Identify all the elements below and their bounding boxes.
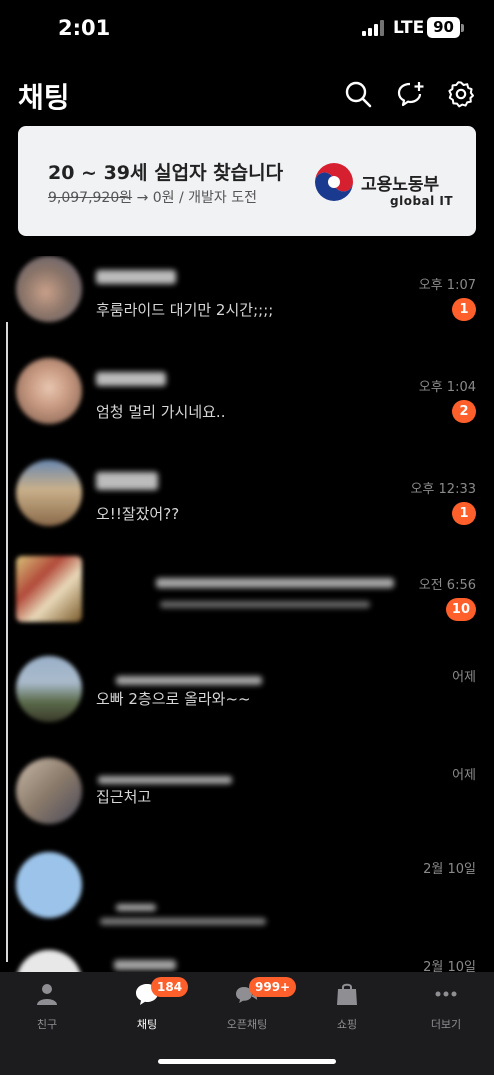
tab-label: 채팅: [136, 1018, 158, 1031]
chat-time: 2월 10일: [423, 862, 476, 877]
avatar[interactable]: [16, 758, 82, 824]
chat-list-item[interactable]: 오전 6:56 10: [0, 556, 494, 656]
chat-time: 오후 1:07: [418, 278, 476, 293]
chat-list-item[interactable]: 후룸라이드 대기만 2시간;;;; 오후 1:07 1: [0, 256, 494, 356]
chat-name-redacted: [156, 578, 394, 588]
tab-friends[interactable]: 친구: [7, 980, 87, 1036]
chat-preview: 오!!잘잤어??: [96, 505, 180, 523]
tab-badge: 184: [151, 977, 189, 997]
more-icon: [435, 991, 457, 997]
tab-label: 오픈채팅: [226, 1018, 268, 1031]
page-title: 채팅: [18, 81, 70, 114]
shopping-bag-icon: [337, 983, 357, 1005]
signal-icon: [362, 20, 384, 36]
ad-banner[interactable]: 20 ~ 39세 실업자 찾습니다 9,097,920원 → 0원 / 개발자 …: [18, 126, 476, 236]
avatar[interactable]: [16, 460, 82, 526]
chat-preview: 후룸라이드 대기만 2시간;;;;: [96, 301, 274, 319]
tab-label: 더보기: [430, 1018, 462, 1031]
chat-preview: 오빠 2층으로 올라와~~: [96, 690, 251, 708]
chat-list-item[interactable]: 집근처고 어제: [0, 758, 494, 858]
chat-preview-redacted: [160, 601, 370, 608]
chat-time: 2월 10일: [423, 960, 476, 972]
tab-shopping[interactable]: 쇼핑: [307, 980, 387, 1036]
chat-list-item[interactable]: 엄청 멀리 가시네요.. 오후 1:04 2: [0, 358, 494, 458]
settings-icon[interactable]: [447, 80, 475, 108]
chat-list-item[interactable]: 오!!잘잤어?? 오후 12:33 1: [0, 460, 494, 560]
chat-list-item[interactable]: 오빠 2층으로 올라와~~ 어제: [0, 656, 494, 756]
unread-badge: 10: [445, 598, 476, 621]
new-chat-icon[interactable]: [397, 80, 425, 108]
chat-name-redacted: [96, 372, 166, 386]
chat-name-redacted: [116, 904, 156, 911]
unread-badge: 1: [452, 298, 476, 321]
status-bar: 2:01 LTE 90: [0, 0, 494, 56]
chat-name-redacted: [98, 776, 232, 784]
avatar[interactable]: [16, 556, 82, 622]
ad-brand: global IT: [390, 194, 454, 208]
tab-badge: 999+: [249, 977, 297, 997]
tab-more[interactable]: 더보기: [406, 980, 486, 1036]
chat-name-redacted: [96, 472, 158, 490]
chat-name-redacted: [116, 676, 262, 685]
search-icon[interactable]: [344, 80, 372, 108]
chat-list-item[interactable]: 2월 10일: [0, 852, 494, 952]
person-icon: [37, 984, 57, 1005]
chat-time: 오후 12:33: [410, 482, 476, 497]
chat-time: 어제: [452, 670, 476, 685]
tab-label: 쇼핑: [336, 1018, 358, 1031]
tab-open-chat[interactable]: 999+ 오픈채팅: [207, 977, 297, 1036]
chat-name-redacted: [114, 960, 176, 970]
tab-label: 친구: [36, 1018, 58, 1031]
ad-title: 20 ~ 39세 실업자 찾습니다: [48, 162, 284, 184]
chat-time: 어제: [452, 768, 476, 783]
home-indicator[interactable]: [158, 1059, 336, 1064]
battery-icon: 90: [427, 17, 460, 38]
chat-list: 후룸라이드 대기만 2시간;;;; 오후 1:07 1 엄청 멀리 가시네요..…: [0, 256, 494, 972]
chat-name-redacted: [96, 270, 176, 284]
avatar[interactable]: [16, 358, 82, 424]
ad-organization: 고용노동부: [361, 175, 440, 195]
avatar[interactable]: [16, 852, 82, 918]
ad-offer: → 0원 / 개발자 도전: [132, 190, 258, 206]
avatar[interactable]: [16, 256, 82, 322]
battery-cap: [461, 24, 464, 32]
chat-time: 오전 6:56: [418, 578, 476, 593]
ministry-logo-icon: [315, 163, 353, 201]
chat-list-item[interactable]: 2월 10일: [0, 950, 494, 972]
chat-preview: 엄청 멀리 가시네요..: [96, 403, 226, 421]
ad-old-price: 9,097,920원: [48, 190, 133, 206]
unread-badge: 2: [452, 400, 476, 423]
chat-time: 오후 1:04: [418, 380, 476, 395]
chat-preview: 집근처고: [96, 788, 152, 806]
avatar[interactable]: [16, 656, 82, 722]
network-label: LTE: [393, 18, 425, 38]
tab-chats[interactable]: 184 채팅: [107, 977, 189, 1036]
status-time: 2:01: [58, 16, 111, 40]
unread-badge: 1: [452, 502, 476, 525]
ad-subtitle: 9,097,920원 → 0원 / 개발자 도전: [48, 187, 257, 207]
avatar[interactable]: [16, 950, 82, 972]
chat-preview-redacted: [100, 918, 266, 925]
